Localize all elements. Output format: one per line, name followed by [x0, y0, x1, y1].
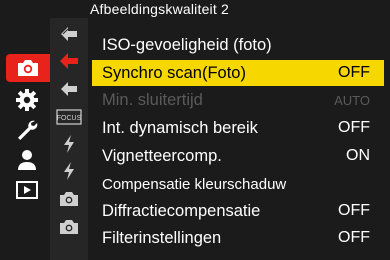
- menu-item-label: Filterinstellingen: [102, 228, 222, 247]
- page-arrow-active-icon: [60, 53, 78, 69]
- menu-item-iso-sensitivity[interactable]: ISO-gevoeligheid (foto): [92, 32, 384, 58]
- menu-item-min-shutter[interactable]: Min. sluitertijd AUTO: [92, 87, 384, 113]
- menu-item-value: OFF: [338, 202, 370, 219]
- subpage-tab-3[interactable]: [50, 76, 88, 102]
- playback-icon: [16, 181, 38, 199]
- focus-icon: FOCUS: [56, 109, 82, 125]
- wrench-icon: [18, 120, 38, 140]
- menu-item-color-shading[interactable]: Compensatie kleurschaduw: [92, 171, 384, 197]
- camera-menu-screen: Afbeeldingskwaliteit 2 FOCUS ISO-gevoeli…: [0, 0, 390, 260]
- subpage-tab-camera-1[interactable]: [50, 186, 88, 212]
- tab-photo[interactable]: [6, 54, 50, 82]
- menu-item-value: AUTO: [334, 92, 370, 108]
- menu-item-label: Synchro scan(Foto): [102, 63, 246, 82]
- page-arrow-icon: [61, 27, 77, 41]
- page-arrow-icon: [61, 82, 77, 96]
- camera-icon: [18, 60, 38, 76]
- menu-item-diffraction[interactable]: Diffractiecompensatie OFF: [92, 198, 384, 224]
- tab-custom[interactable]: [4, 86, 50, 114]
- menu-item-label: Int. dynamisch bereik: [102, 118, 258, 137]
- svg-text:FOCUS: FOCUS: [57, 115, 82, 122]
- tab-setup[interactable]: [4, 116, 50, 144]
- subpage-tabs: FOCUS: [50, 18, 88, 260]
- menu-item-label: Compensatie kleurschaduw: [102, 175, 287, 193]
- menu-item-value: ON: [346, 147, 370, 164]
- menu-item-vignetting[interactable]: Vignetteercomp. ON: [92, 143, 384, 169]
- menu-item-label: ISO-gevoeligheid (foto): [102, 35, 272, 54]
- tab-my-menu[interactable]: [4, 146, 50, 174]
- menu-item-value: OFF: [338, 64, 370, 81]
- flash-icon: [64, 135, 74, 153]
- camera-icon: [60, 192, 78, 206]
- menu-item-dynamic-range[interactable]: Int. dynamisch bereik OFF: [92, 115, 384, 141]
- menu-item-value: OFF: [338, 229, 370, 246]
- tab-playback[interactable]: [4, 176, 50, 204]
- flash-icon: [64, 162, 74, 180]
- menu-item-label: Min. sluitertijd: [102, 90, 203, 109]
- menu-item-value: OFF: [338, 119, 370, 136]
- subpage-tab-flash-2[interactable]: [50, 158, 88, 184]
- menu-item-filter-settings[interactable]: Filterinstellingen OFF: [92, 225, 384, 251]
- subpage-tab-1[interactable]: [50, 21, 88, 47]
- subpage-tab-2[interactable]: [50, 48, 88, 74]
- camera-icon: [60, 220, 78, 234]
- menu-item-synchro-scan[interactable]: Synchro scan(Foto) OFF: [92, 60, 384, 86]
- gear-icon: [16, 89, 38, 111]
- subpage-tab-flash-1[interactable]: [50, 131, 88, 157]
- subpage-tab-camera-2[interactable]: [50, 214, 88, 240]
- category-tabs: [0, 0, 50, 260]
- menu-item-label: Vignetteercomp.: [102, 146, 222, 165]
- menu-item-label: Diffractiecompensatie: [102, 201, 261, 220]
- page-title: Afbeeldingskwaliteit 2: [90, 1, 230, 17]
- subpage-tab-focus[interactable]: FOCUS: [50, 104, 88, 130]
- person-icon: [18, 150, 36, 170]
